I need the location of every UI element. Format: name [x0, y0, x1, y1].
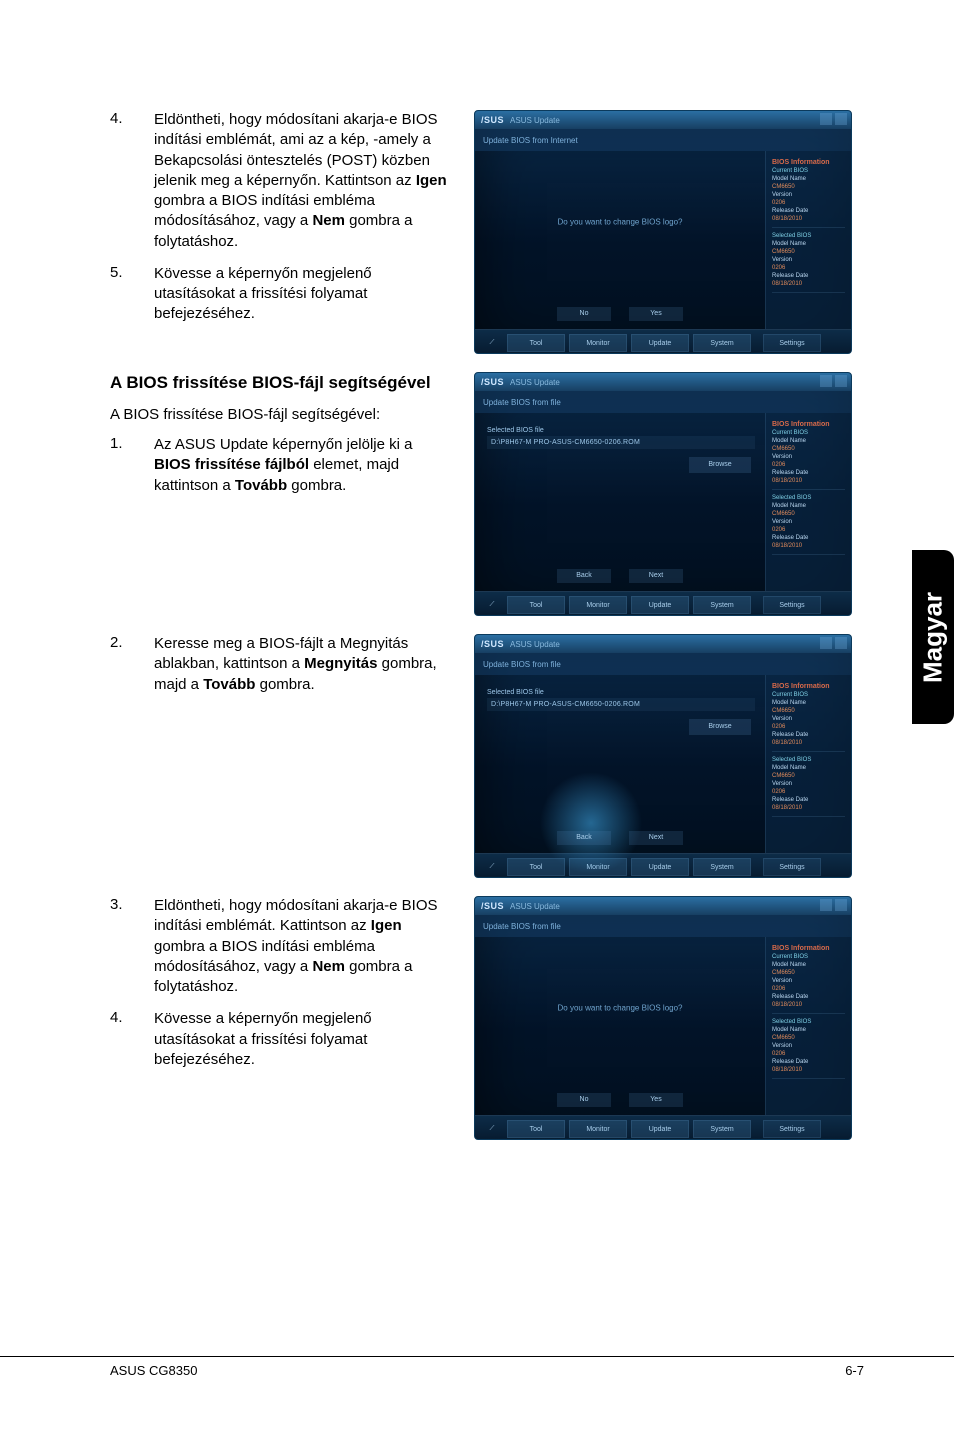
section-heading: A BIOS frissítése BIOS-fájl segítségével: [110, 372, 450, 395]
list-item: 1. Az ASUS Update képernyőn jelölje ki a…: [110, 435, 450, 496]
list-item: 4. Eldöntheti, hogy módosítani akarja-e …: [110, 110, 450, 252]
language-tab-label: Magyar: [918, 591, 949, 682]
list-number: 3.: [110, 896, 134, 997]
page: 4. Eldöntheti, hogy módosítani akarja-e …: [0, 0, 954, 1438]
list-body: Eldöntheti, hogy módosítani akarja-e BIO…: [154, 110, 450, 252]
content-column: 4. Eldöntheti, hogy módosítani akarja-e …: [110, 110, 864, 1140]
row-1: 4. Eldöntheti, hogy módosítani akarja-e …: [110, 110, 864, 354]
list-body: Az ASUS Update képernyőn jelölje ki a BI…: [154, 435, 450, 496]
footer-left: ASUS CG8350: [110, 1363, 197, 1378]
list-body: Kövesse a képernyőn megjelenő utasítások…: [154, 1009, 450, 1070]
page-footer: ASUS CG8350 6-7: [0, 1356, 954, 1378]
row-2: A BIOS frissítése BIOS-fájl segítségével…: [110, 372, 864, 616]
language-tab: Magyar: [912, 550, 954, 724]
list-body: Kövesse a képernyőn megjelenő utasítások…: [154, 264, 450, 325]
list-item: 2. Keresse meg a BIOS-fájlt a Megnyitás …: [110, 634, 450, 695]
list-number: 2.: [110, 634, 134, 695]
list-body: Eldöntheti, hogy módosítani akarja-e BIO…: [154, 896, 450, 997]
list-body: Keresse meg a BIOS-fájlt a Megnyitás abl…: [154, 634, 450, 695]
list-number: 1.: [110, 435, 134, 496]
screenshot-1: /SUS ASUS Update Update BIOS from Intern…: [474, 110, 852, 354]
paragraph: A BIOS frissítése BIOS-fájl segítségével…: [110, 405, 450, 425]
list-number: 4.: [110, 110, 134, 252]
screenshot-4: /SUS ASUS Update Update BIOS from file D…: [474, 896, 852, 1140]
list-number: 5.: [110, 264, 134, 325]
footer-right: 6-7: [845, 1363, 864, 1378]
screenshot-2: /SUS ASUS Update Update BIOS from file S…: [474, 372, 852, 616]
text-block-3: 2. Keresse meg a BIOS-fájlt a Megnyitás …: [110, 634, 450, 707]
screenshot-3: /SUS ASUS Update Update BIOS from file S…: [474, 634, 852, 878]
row-3: 2. Keresse meg a BIOS-fájlt a Megnyitás …: [110, 634, 864, 878]
list-item: 3. Eldöntheti, hogy módosítani akarja-e …: [110, 896, 450, 997]
list-item: 5. Kövesse a képernyőn megjelenő utasítá…: [110, 264, 450, 325]
text-block-2: A BIOS frissítése BIOS-fájl segítségével…: [110, 372, 450, 508]
list-item: 4. Kövesse a képernyőn megjelenő utasítá…: [110, 1009, 450, 1070]
text-block-1: 4. Eldöntheti, hogy módosítani akarja-e …: [110, 110, 450, 337]
text-block-4: 3. Eldöntheti, hogy módosítani akarja-e …: [110, 896, 450, 1082]
list-number: 4.: [110, 1009, 134, 1070]
row-4: 3. Eldöntheti, hogy módosítani akarja-e …: [110, 896, 864, 1140]
